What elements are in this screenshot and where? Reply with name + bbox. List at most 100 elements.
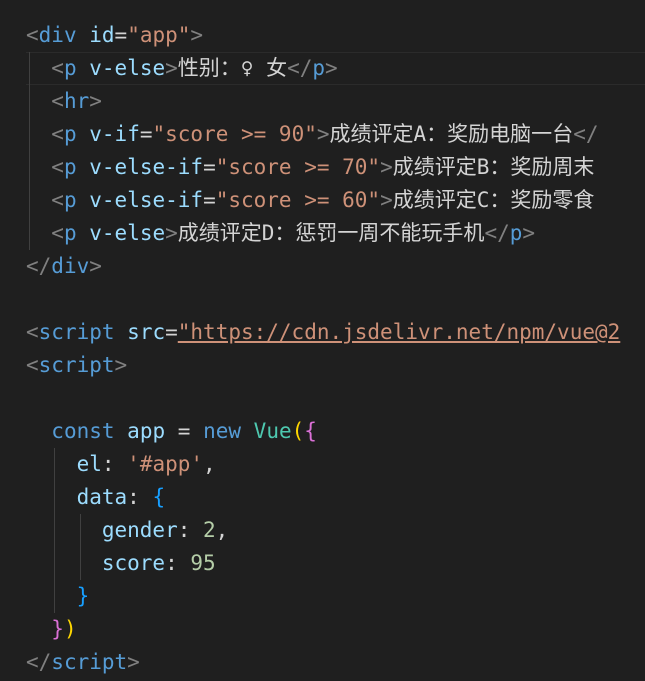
token-url-link[interactable]: "https://cdn.jsdelivr.net/npm/vue@2 <box>178 320 621 344</box>
token-property: el <box>76 452 102 476</box>
token-property: gender <box>101 518 178 542</box>
token-bracket: < <box>51 56 64 80</box>
token-bracket: < <box>51 122 64 146</box>
token-brace: { <box>304 419 317 443</box>
token-attr: id <box>89 23 115 47</box>
code-line-p-b[interactable]: <p v-else-if="score >= 70">成绩评定B：奖励周末 <box>26 151 645 184</box>
token-string: "score >= 60" <box>215 188 381 212</box>
token-bracket: > <box>380 155 393 179</box>
token-text: 成绩评定D：惩罚一周不能玩手机 <box>177 221 485 245</box>
token-variable: app <box>127 419 166 443</box>
indent-guide <box>54 481 55 514</box>
token-colon: : <box>165 551 191 575</box>
indent-guide <box>80 547 81 580</box>
code-line-p-c[interactable]: <p v-else-if="score >= 60">成绩评定C：奖励零食 <box>26 184 645 217</box>
token-attr: v-else <box>89 221 166 245</box>
code-line-js-data[interactable]: data: { <box>26 481 645 514</box>
code-line-script-close[interactable]: </script> <box>26 646 645 679</box>
token-bracket: > <box>165 56 178 80</box>
token-bracket: > <box>380 188 393 212</box>
token-tag: script <box>51 650 128 674</box>
token-number: 95 <box>190 551 216 575</box>
token-paren: ( <box>291 419 305 443</box>
token-paren: ) <box>63 617 77 641</box>
token-text: 成绩评定A：奖励电脑一台 <box>329 122 574 146</box>
token-text: 成绩评定C：奖励零食 <box>392 188 595 212</box>
code-area[interactable]: <div id="app"> <p v-else>性别：♀ 女</p> <hr>… <box>26 19 645 679</box>
token-bracket: </ <box>484 221 510 245</box>
token-bracket: </ <box>26 254 52 278</box>
token-bracket: < <box>26 23 39 47</box>
token-attr: v-else <box>89 56 166 80</box>
token-bracket: < <box>26 320 39 344</box>
token-tag: p <box>63 122 77 146</box>
token-attr: src <box>127 320 166 344</box>
token-attr: v-else-if <box>89 188 204 212</box>
code-line-js-gender[interactable]: gender: 2, <box>26 514 645 547</box>
code-line-hr[interactable]: <hr> <box>26 85 645 118</box>
token-colon: : <box>177 518 204 542</box>
indent-guide <box>80 514 81 547</box>
token-brace: } <box>76 584 90 608</box>
code-line-js-data-close[interactable]: } <box>26 580 645 613</box>
token-number: 2 <box>203 518 216 542</box>
indent-guide <box>29 184 30 217</box>
token-tag: p <box>63 155 77 179</box>
token-bracket: < <box>51 89 64 113</box>
token-bracket: > <box>127 650 140 674</box>
token-colon: : <box>127 485 153 509</box>
token-bracket: > <box>165 221 178 245</box>
token-property: data <box>76 485 128 509</box>
token-string: "app" <box>127 23 191 47</box>
token-equals: = <box>203 155 216 179</box>
token-brace: } <box>51 617 64 641</box>
token-bracket: > <box>89 89 102 113</box>
indent-guide <box>54 580 55 613</box>
code-line-script-open[interactable]: <script> <box>26 349 645 382</box>
token-comma: , <box>203 452 216 476</box>
code-line-js-el[interactable]: el: '#app', <box>26 448 645 481</box>
token-bracket: < <box>51 221 64 245</box>
token-bracket: < <box>26 353 39 377</box>
token-bracket: < <box>51 188 64 212</box>
token-string: '#app' <box>127 452 204 476</box>
code-editor[interactable]: <div id="app"> <p v-else>性别：♀ 女</p> <hr>… <box>0 0 645 681</box>
code-line-div-open[interactable]: <div id="app"> <box>26 19 645 52</box>
token-tag: p <box>63 221 77 245</box>
token-tag: div <box>51 254 90 278</box>
token-keyword: new <box>203 419 242 443</box>
token-bracket: > <box>325 56 338 80</box>
token-string: "score >= 90" <box>152 122 317 146</box>
token-tag: div <box>38 23 77 47</box>
token-bracket: > <box>190 23 204 47</box>
code-line-script-src[interactable]: <script src="https://cdn.jsdelivr.net/np… <box>26 316 645 349</box>
code-line-js-vue-close[interactable]: }) <box>26 613 645 646</box>
token-bracket: > <box>316 122 330 146</box>
token-tag: hr <box>63 89 90 113</box>
code-line-p-d[interactable]: <p v-else>成绩评定D：惩罚一周不能玩手机</p> <box>26 217 645 250</box>
token-tag: p <box>63 188 77 212</box>
code-line-p-gender[interactable]: <p v-else>性别：♀ 女</p> <box>26 52 645 85</box>
token-tag: script <box>38 353 115 377</box>
token-bracket: </ <box>287 56 313 80</box>
token-bracket: </ <box>26 650 52 674</box>
token-operator: = <box>177 419 191 443</box>
token-bracket: > <box>522 221 536 245</box>
token-property: score <box>101 551 166 575</box>
indent-guide <box>54 547 55 580</box>
indent-guide <box>54 448 55 481</box>
code-line-div-close[interactable]: </div> <box>26 250 645 283</box>
code-line-js-const[interactable]: const app = new Vue({ <box>26 415 645 448</box>
indent-guide <box>29 151 30 184</box>
token-string: "score >= 70" <box>215 155 381 179</box>
code-line-blank[interactable] <box>26 382 645 415</box>
token-equals: = <box>114 23 128 47</box>
token-attr: v-if <box>89 122 140 146</box>
code-line-js-score[interactable]: score: 95 <box>26 547 645 580</box>
code-line-blank[interactable] <box>26 283 645 316</box>
token-tag: p <box>63 56 77 80</box>
code-line-p-a[interactable]: <p v-if="score >= 90">成绩评定A：奖励电脑一台</ <box>26 118 645 151</box>
token-tag: p <box>509 221 523 245</box>
indent-guide <box>54 514 55 547</box>
token-bracket: < <box>51 155 64 179</box>
